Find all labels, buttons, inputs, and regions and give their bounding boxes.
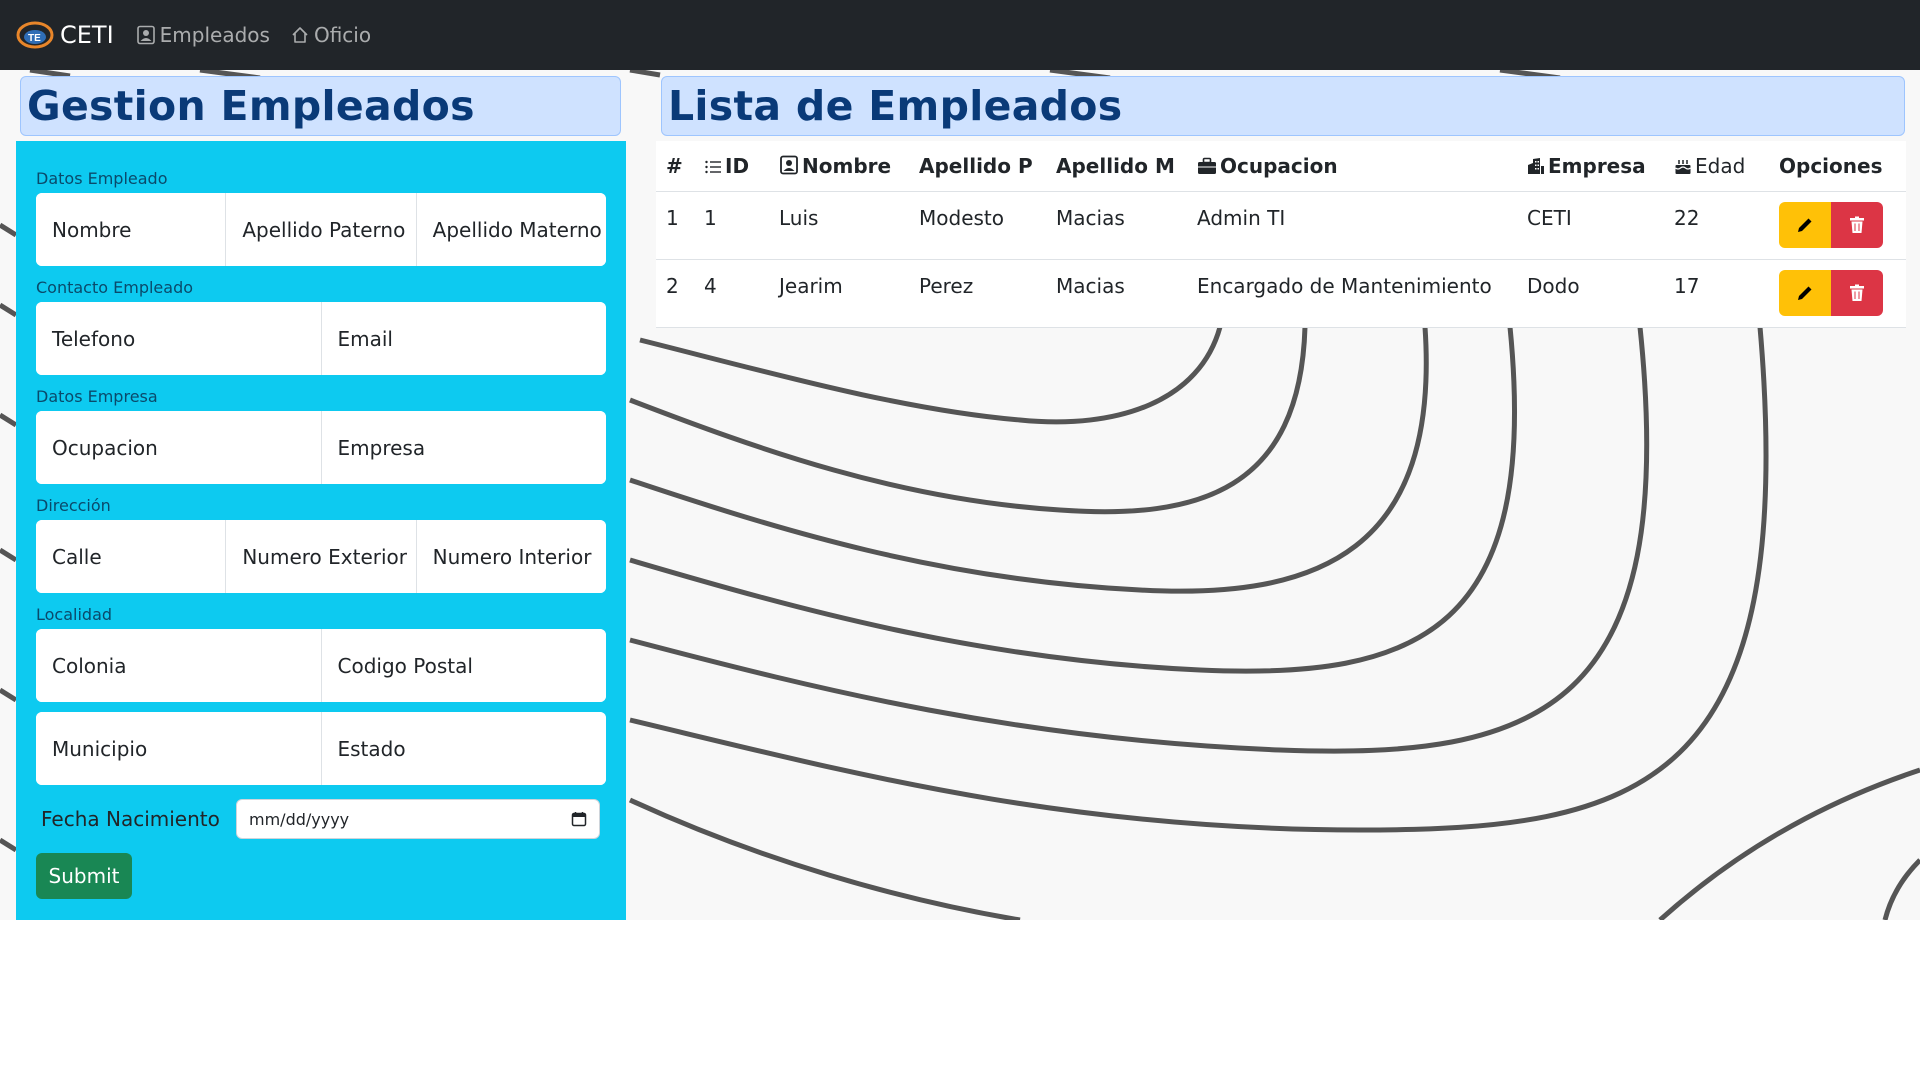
header-nombre-label: Nombre: [802, 153, 892, 178]
pencil-icon: [1798, 286, 1812, 300]
cell-id: 4: [704, 273, 717, 298]
brand-link[interactable]: TE CETI: [16, 20, 114, 50]
calendar-icon[interactable]: [571, 811, 587, 827]
contacto-empleado-group: Telefono Email: [36, 302, 606, 375]
cell-num: 1: [666, 205, 679, 230]
section-label-contacto-empleado: Contacto Empleado: [36, 278, 194, 297]
codigo-postal-input[interactable]: Codigo Postal: [320, 629, 606, 702]
cell-nombre: Jearim: [779, 273, 843, 298]
header-id: ID: [694, 141, 769, 192]
list-title: Lista de Empleados: [668, 82, 1123, 130]
header-apellido-m: Apellido M: [1046, 141, 1187, 192]
municipio-estado-group: Municipio Estado: [36, 712, 606, 785]
table-row: 2 4 Jearim Perez Macias Encargado de Man…: [656, 259, 1906, 327]
row-actions: [1779, 201, 1883, 248]
cell-apellido-p: Perez: [919, 273, 974, 298]
calle-input[interactable]: Calle: [36, 520, 226, 593]
section-label-datos-empresa: Datos Empresa: [36, 387, 158, 406]
building-icon: [1528, 157, 1544, 174]
edit-button[interactable]: [1779, 269, 1831, 316]
edit-button[interactable]: [1779, 201, 1831, 248]
cell-apellido-p: Modesto: [919, 205, 1004, 230]
section-label-localidad: Localidad: [36, 605, 113, 624]
briefcase-icon: [1198, 157, 1216, 174]
section-label-direccion: Dirección: [36, 496, 111, 515]
trash-icon: [1850, 216, 1864, 233]
submit-button[interactable]: Submit: [36, 853, 132, 899]
list-icon: [705, 160, 721, 173]
cell-id: 1: [704, 205, 717, 230]
header-apellido-p: Apellido P: [909, 141, 1046, 192]
nav-link-empleados[interactable]: Empleados: [136, 23, 270, 47]
email-input[interactable]: Email: [320, 302, 606, 375]
fecha-nacimiento-placeholder: mm/dd/yyyy: [249, 809, 350, 829]
header-edad-label: Edad: [1695, 153, 1746, 178]
house-icon: [292, 27, 308, 43]
pencil-icon: [1798, 218, 1812, 232]
cell-ocupacion: Admin TI: [1197, 205, 1286, 230]
nav-link-oficio-label: Oficio: [313, 23, 372, 47]
nav-link-oficio[interactable]: Oficio: [290, 23, 371, 47]
header-opciones: Opciones: [1769, 141, 1906, 192]
header-id-label: ID: [725, 153, 750, 178]
fecha-nacimiento-row: Fecha Nacimiento mm/dd/yyyy: [36, 799, 606, 839]
empresa-input[interactable]: Empresa: [320, 411, 606, 484]
person-badge-icon: [136, 25, 155, 45]
table-header-row: # ID Nombre Apellido P Apellido M Ocupac…: [656, 141, 1906, 192]
delete-button[interactable]: [1831, 269, 1883, 316]
cell-ocupacion: Encargado de Mantenimiento: [1197, 273, 1492, 298]
estado-input[interactable]: Estado: [320, 712, 606, 785]
fecha-nacimiento-label: Fecha Nacimiento: [41, 807, 220, 831]
nombre-input[interactable]: Nombre: [36, 193, 226, 266]
header-ocupacion-label: Ocupacion: [1220, 153, 1338, 178]
header-edad: Edad: [1664, 141, 1769, 192]
cell-empresa: Dodo: [1527, 273, 1580, 298]
table-row: 1 1 Luis Modesto Macias Admin TI CETI 22: [656, 191, 1906, 259]
employee-form: Datos Empleado Nombre Apellido Paterno A…: [16, 141, 626, 920]
cell-apellido-m: Macias: [1056, 273, 1125, 298]
form-title-box: Gestion Empleados: [20, 76, 621, 136]
employees-table-container: # ID Nombre Apellido P Apellido M Ocupac…: [656, 141, 1906, 328]
numero-interior-input[interactable]: Numero Interior: [415, 520, 606, 593]
ceti-logo-icon: TE: [16, 21, 54, 49]
direccion-group: Calle Numero Exterior Numero Interior: [36, 520, 606, 593]
cell-opciones: [1769, 259, 1906, 327]
cake-icon: [1675, 159, 1691, 174]
header-empresa-label: Empresa: [1548, 153, 1646, 178]
telefono-input[interactable]: Telefono: [36, 302, 321, 375]
nav-link-empleados-label: Empleados: [159, 23, 270, 47]
cell-num: 2: [666, 273, 679, 298]
delete-button[interactable]: [1831, 201, 1883, 248]
datos-empleado-group: Nombre Apellido Paterno Apellido Materno: [36, 193, 606, 266]
person-badge-icon: [780, 155, 798, 175]
row-actions: [1779, 269, 1883, 316]
fecha-nacimiento-input[interactable]: mm/dd/yyyy: [236, 799, 600, 839]
header-empresa: Empresa: [1517, 141, 1664, 192]
list-title-box: Lista de Empleados: [661, 76, 1905, 136]
cell-apellido-m: Macias: [1056, 205, 1125, 230]
cell-opciones: [1769, 191, 1906, 259]
brand-name: CETI: [60, 21, 114, 49]
municipio-input[interactable]: Municipio: [36, 712, 321, 785]
cell-edad: 22: [1674, 205, 1700, 230]
colonia-input[interactable]: Colonia: [36, 629, 321, 702]
form-title: Gestion Empleados: [27, 82, 475, 130]
trash-icon: [1850, 284, 1864, 301]
ocupacion-input[interactable]: Ocupacion: [36, 411, 321, 484]
cell-nombre: Luis: [779, 205, 819, 230]
cell-empresa: CETI: [1527, 205, 1572, 230]
apellido-materno-input[interactable]: Apellido Materno: [415, 193, 606, 266]
datos-empresa-group: Ocupacion Empresa: [36, 411, 606, 484]
cell-edad: 17: [1674, 273, 1700, 298]
svg-text:TE: TE: [28, 33, 41, 44]
header-nombre: Nombre: [769, 141, 909, 192]
numero-exterior-input[interactable]: Numero Exterior: [225, 520, 416, 593]
section-label-datos-empleado: Datos Empleado: [36, 169, 168, 188]
localidad-group: Colonia Codigo Postal: [36, 629, 606, 702]
header-ocupacion: Ocupacion: [1187, 141, 1517, 192]
navbar: TE CETI Empleados Oficio: [0, 0, 1920, 70]
apellido-paterno-input[interactable]: Apellido Paterno: [225, 193, 416, 266]
employees-table: # ID Nombre Apellido P Apellido M Ocupac…: [656, 141, 1906, 328]
header-num: #: [656, 141, 694, 192]
